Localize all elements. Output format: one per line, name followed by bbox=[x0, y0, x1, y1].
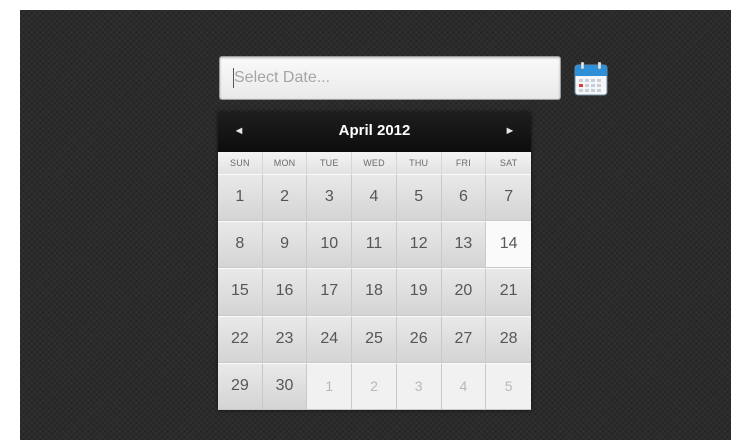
weekday-label: SUN bbox=[218, 152, 263, 174]
day-grid: 1 2 3 4 5 6 7 8 9 10 11 12 13 14 15 16 17 18 19 20 21 22 23 24 2… bbox=[218, 174, 531, 410]
day-cell[interactable]: 5 bbox=[396, 174, 442, 222]
day-cell[interactable]: 14 bbox=[486, 221, 531, 269]
day-cell-next-month[interactable]: 1 bbox=[307, 362, 353, 410]
day-cell[interactable]: 17 bbox=[307, 268, 353, 316]
weekday-label: WED bbox=[352, 152, 397, 174]
day-cell-next-month[interactable]: 3 bbox=[396, 362, 442, 410]
weekday-label: FRI bbox=[442, 152, 487, 174]
day-cell[interactable]: 21 bbox=[486, 268, 531, 316]
day-cell[interactable]: 13 bbox=[441, 221, 487, 269]
day-cell[interactable]: 9 bbox=[262, 221, 308, 269]
day-cell[interactable]: 4 bbox=[352, 174, 397, 222]
day-cell[interactable]: 20 bbox=[441, 268, 487, 316]
day-cell[interactable]: 24 bbox=[307, 315, 353, 363]
day-cell[interactable]: 29 bbox=[218, 362, 263, 410]
weekday-label: SAT bbox=[499, 158, 518, 168]
weekday-label: THU bbox=[397, 152, 442, 174]
day-cell[interactable]: 19 bbox=[396, 268, 442, 316]
day-cell[interactable]: 27 bbox=[441, 315, 487, 363]
month-title: April 2012 bbox=[338, 122, 411, 139]
weekday-label: TUE bbox=[307, 152, 353, 174]
day-cell[interactable]: 12 bbox=[396, 221, 442, 269]
datepicker-popup: ◄ April 2012 ► SUN MON TUE WED THU FRI SAT 123… bbox=[218, 112, 531, 410]
day-cell[interactable]: 3 bbox=[307, 174, 353, 222]
day-cell[interactable]: 11 bbox=[352, 221, 397, 269]
day-cell[interactable]: 2 bbox=[262, 174, 308, 222]
day-cell[interactable]: 1 bbox=[218, 174, 263, 222]
calendar-header: ◄ April 2012 ► bbox=[218, 112, 531, 152]
date-input[interactable] bbox=[219, 56, 561, 100]
day-cell[interactable]: 25 bbox=[352, 315, 397, 363]
day-cell[interactable]: 23 bbox=[262, 315, 308, 363]
day-cell[interactable]: 16 bbox=[262, 268, 308, 316]
text-cursor bbox=[233, 68, 234, 88]
day-cell[interactable]: 22 bbox=[218, 315, 263, 363]
day-cell[interactable]: 28 bbox=[486, 315, 531, 363]
day-cell[interactable]: 18 bbox=[352, 268, 397, 316]
next-month-button[interactable]: ► bbox=[492, 112, 528, 152]
day-cell-next-month[interactable]: 4 bbox=[441, 362, 487, 410]
day-cell-next-month[interactable]: 2 bbox=[352, 362, 397, 410]
calendar-icon[interactable] bbox=[572, 61, 610, 97]
day-cell[interactable]: 7 bbox=[486, 174, 531, 222]
day-cell-next-month[interactable]: 5 bbox=[486, 362, 531, 410]
weekday-header-row: SUN MON TUE WED THU FRI SAT bbox=[218, 152, 531, 174]
day-cell[interactable]: 10 bbox=[307, 221, 353, 269]
day-cell[interactable]: 15 bbox=[218, 268, 263, 316]
weekday-label: MON bbox=[263, 152, 308, 174]
day-cell[interactable]: 26 bbox=[396, 315, 442, 363]
day-cell[interactable]: 30 bbox=[262, 362, 308, 410]
day-cell[interactable]: 8 bbox=[218, 221, 263, 269]
day-cell[interactable]: 6 bbox=[441, 174, 487, 222]
